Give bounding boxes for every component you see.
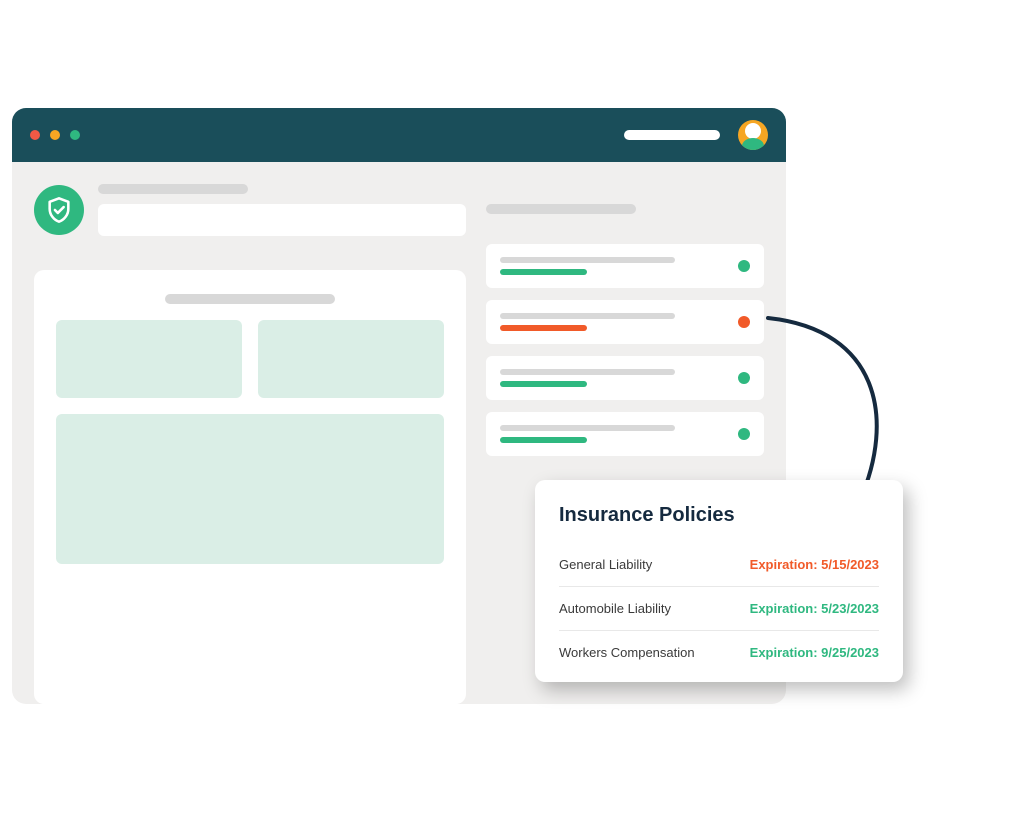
stat-box [56,320,242,398]
search-input[interactable] [624,130,720,140]
main-card [34,270,466,704]
page-title-placeholder [98,184,248,194]
list-item-line [500,325,588,331]
titlebar [12,108,786,162]
list-item[interactable] [486,300,764,344]
list-item-line [500,313,675,319]
stat-box [258,320,444,398]
list-item[interactable] [486,412,764,456]
policy-name: Workers Compensation [559,645,695,660]
status-indicator-icon [738,260,750,272]
status-indicator-icon [738,372,750,384]
list-item-line [500,381,588,387]
section-title-placeholder [486,204,636,214]
card-title-placeholder [165,294,335,304]
status-indicator-icon [738,316,750,328]
policy-name: Automobile Liability [559,601,671,616]
shield-check-icon [34,185,84,235]
list-item-line [500,369,675,375]
policy-expiration: Expiration: 9/25/2023 [750,645,879,660]
page-header [34,184,466,236]
left-column [34,184,466,704]
list-item-line [500,257,675,263]
status-indicator-icon [738,428,750,440]
policy-expiration: Expiration: 5/23/2023 [750,601,879,616]
list-item[interactable] [486,356,764,400]
policy-row: Automobile Liability Expiration: 5/23/20… [559,587,879,631]
list-item[interactable] [486,244,764,288]
callout-title: Insurance Policies [559,504,879,527]
list-item-line [500,269,588,275]
maximize-window-button[interactable] [70,130,80,140]
list-item-line [500,425,675,431]
subtitle-placeholder [98,204,466,236]
policy-name: General Liability [559,557,652,572]
policy-row: General Liability Expiration: 5/15/2023 [559,543,879,587]
window-controls [30,130,80,140]
policy-row: Workers Compensation Expiration: 9/25/20… [559,631,879,674]
stat-box-large [56,414,444,564]
list-item-line [500,437,588,443]
insurance-policies-callout: Insurance Policies General Liability Exp… [535,480,903,682]
policy-expiration: Expiration: 5/15/2023 [750,557,879,572]
close-window-button[interactable] [30,130,40,140]
minimize-window-button[interactable] [50,130,60,140]
avatar[interactable] [738,120,768,150]
